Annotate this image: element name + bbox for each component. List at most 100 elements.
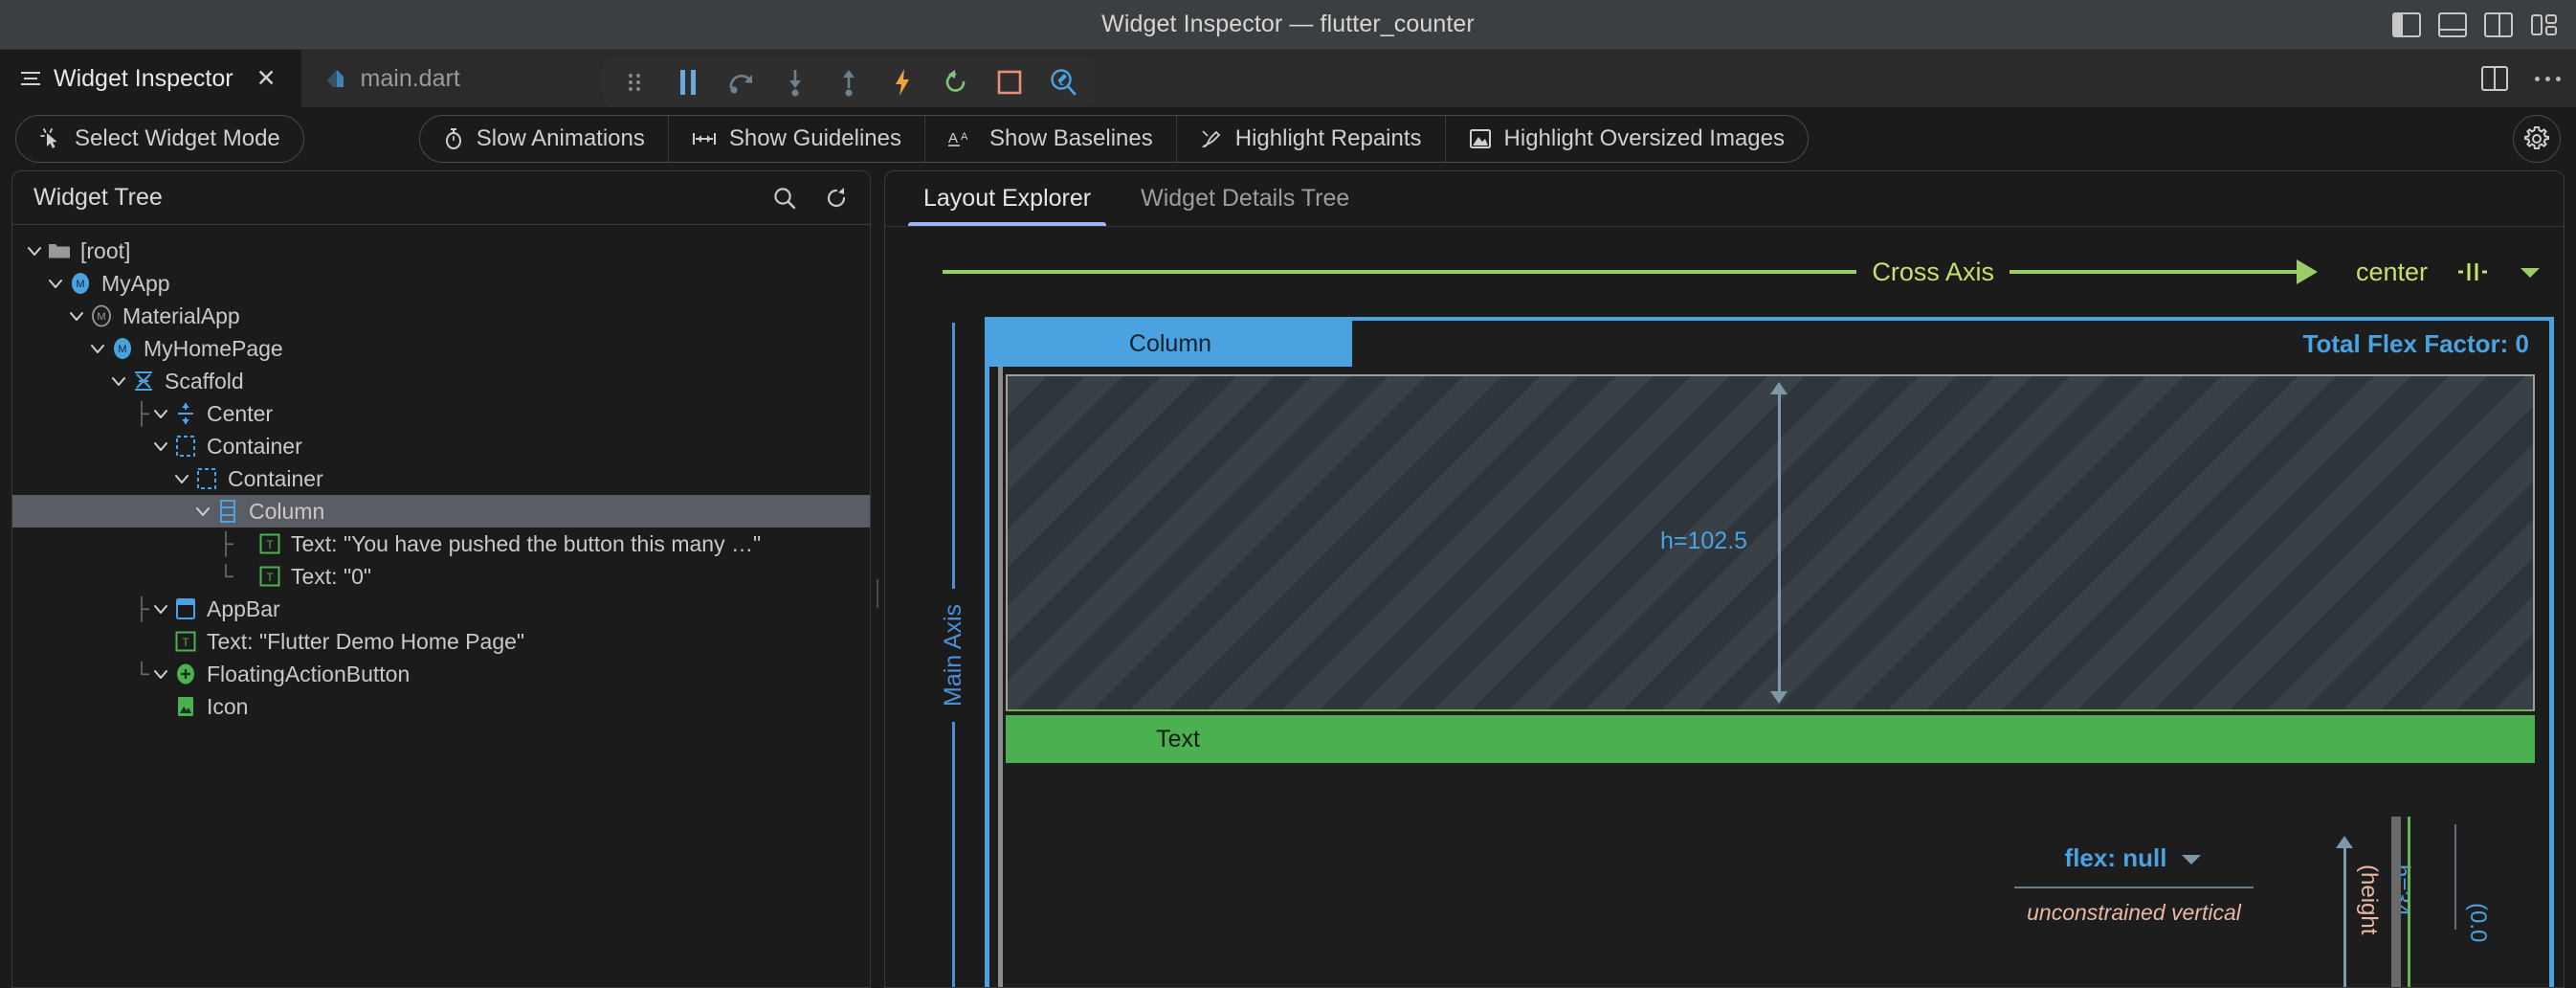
chevron-down-icon[interactable] <box>152 669 169 679</box>
tree-node-scaffold[interactable]: Scaffold <box>12 365 870 397</box>
tree-node-label: Scaffold <box>165 369 244 394</box>
tree-node-label: FloatingActionButton <box>207 662 410 687</box>
tree-node-materialapp[interactable]: MMaterialApp <box>12 300 870 332</box>
settings-button[interactable] <box>2513 115 2561 163</box>
show-baselines-toggle[interactable]: AA Show Baselines <box>924 116 1176 162</box>
tab-bar: Widget Inspector ✕ main.dart <box>0 50 2576 107</box>
more-dots-icon[interactable] <box>2535 77 2561 81</box>
window-panel-controls <box>2392 12 2559 37</box>
tree-node-text-flutter-demo-home-page[interactable]: TText: "Flutter Demo Home Page" <box>12 625 870 658</box>
folder-icon <box>47 238 72 263</box>
slow-animations-toggle[interactable]: Slow Animations <box>420 116 668 162</box>
panel-right-icon[interactable] <box>2484 12 2513 37</box>
highlight-repaints-toggle[interactable]: Highlight Repaints <box>1176 116 1445 162</box>
tree-node-center[interactable]: ├Center <box>12 397 870 430</box>
chevron-down-icon[interactable] <box>89 344 106 353</box>
image-icon <box>1469 128 1492 149</box>
flutter-search-icon[interactable] <box>1047 66 1079 99</box>
widget-tree-body[interactable]: [root]MMyAppMMaterialAppMMyHomePageScaff… <box>12 225 870 987</box>
chevron-down-icon[interactable] <box>110 376 127 386</box>
tree-guide-line: ├ <box>131 401 152 426</box>
widget-tree-panel: Widget Tree [root]MMyAppMMaterialAppMMyH… <box>11 170 871 988</box>
chevron-down-icon[interactable] <box>47 279 64 288</box>
chevron-down-icon[interactable] <box>173 474 190 483</box>
tree-node-label: [root] <box>80 238 130 264</box>
main-axis-label: Main Axis <box>940 589 967 722</box>
show-guidelines-label: Show Guidelines <box>729 125 901 152</box>
panel-left-icon[interactable] <box>2392 12 2421 37</box>
tab-widget-details-tree[interactable]: Widget Details Tree <box>1116 171 1374 226</box>
svg-text:M: M <box>118 344 126 355</box>
tree-node-container[interactable]: Container <box>12 430 870 462</box>
show-guidelines-toggle[interactable]: Show Guidelines <box>668 116 924 162</box>
cross-axis-label: Cross Axis <box>1856 258 2010 287</box>
chevron-down-icon[interactable] <box>152 441 169 451</box>
panel-grid-icon[interactable] <box>2530 12 2559 37</box>
tree-node-label: Column <box>249 499 324 525</box>
child-text-label: Text <box>1006 726 1350 753</box>
highlight-repaints-label: Highlight Repaints <box>1235 125 1422 152</box>
child-block-text[interactable]: Text <box>1006 715 2535 763</box>
restart-icon[interactable] <box>940 66 972 99</box>
thin-guide-line <box>2454 824 2456 930</box>
refresh-icon[interactable] <box>824 186 849 211</box>
chevron-down-icon[interactable] <box>26 246 43 256</box>
tree-node-label: AppBar <box>207 596 280 622</box>
tree-node-text-0[interactable]: └TText: "0" <box>12 560 870 593</box>
tree-node-myhomepage[interactable]: MMyHomePage <box>12 332 870 365</box>
stop-square-icon[interactable] <box>993 66 1026 99</box>
step-into-icon[interactable] <box>779 66 811 99</box>
appbar-icon <box>173 596 198 621</box>
panel-splitter[interactable] <box>871 170 884 988</box>
column-right-rail <box>2549 317 2554 987</box>
step-out-icon[interactable] <box>833 66 865 99</box>
select-widget-mode-button[interactable]: Select Widget Mode <box>15 115 304 163</box>
chevron-down-icon[interactable] <box>152 409 169 418</box>
height-note-label: (height <box>2355 864 2382 934</box>
tree-guide-line: ├ <box>215 531 236 556</box>
tree-node-label: MyApp <box>101 271 170 297</box>
panel-bottom-icon[interactable] <box>2438 12 2467 37</box>
chevron-down-icon[interactable] <box>194 506 211 516</box>
tab-widget-inspector[interactable]: Widget Inspector ✕ <box>0 50 301 107</box>
step-over-icon[interactable] <box>725 66 758 99</box>
m-ring-icon: M <box>89 303 114 328</box>
column-widget-region[interactable]: Column Total Flex Factor: 0 h=102.5 <box>985 317 2554 987</box>
slow-animations-label: Slow Animations <box>477 125 645 152</box>
tree-node-container[interactable]: Container <box>12 462 870 495</box>
inspector-action-bar: Select Widget Mode Slow Animations Show … <box>0 107 2576 170</box>
container-icon <box>194 466 219 491</box>
split-pane-icon[interactable] <box>2481 66 2508 91</box>
chevron-down-icon[interactable] <box>2518 264 2543 280</box>
cross-axis-alignment-control[interactable]: center <box>2323 258 2564 287</box>
flex-descriptor[interactable]: flex: null unconstrained vertical <box>1976 843 2292 926</box>
child-block-hatched[interactable]: h=102.5 <box>1006 374 2535 711</box>
tree-node-text-you-have-pushed-the-button-this-many[interactable]: ├TText: "You have pushed the button this… <box>12 528 870 560</box>
tab-main-dart[interactable]: main.dart <box>301 50 485 107</box>
pause-icon[interactable] <box>672 66 704 99</box>
chevron-down-icon[interactable] <box>68 311 85 321</box>
repaints-icon <box>1200 127 1223 150</box>
column-header: Column Total Flex Factor: 0 <box>988 321 2550 367</box>
stopwatch-icon <box>443 127 464 150</box>
highlight-oversized-images-toggle[interactable]: Highlight Oversized Images <box>1445 116 1808 162</box>
svg-text:T: T <box>182 636 189 649</box>
search-icon[interactable] <box>772 186 797 211</box>
tree-node-label: Text: "You have pushed the button this m… <box>291 531 761 557</box>
tab-layout-explorer[interactable]: Layout Explorer <box>899 171 1116 226</box>
chevron-down-icon[interactable] <box>152 604 169 614</box>
tree-node-myapp[interactable]: MMyApp <box>12 267 870 300</box>
tree-node-column[interactable]: Column <box>12 495 870 528</box>
chevron-down-icon[interactable] <box>2180 852 2203 865</box>
scaffold-icon <box>131 369 156 393</box>
tree-node-floatingactionbutton[interactable]: └FloatingActionButton <box>12 658 870 690</box>
close-icon[interactable]: ✕ <box>256 67 277 91</box>
drag-dots-icon[interactable] <box>618 66 651 99</box>
lightning-icon[interactable] <box>886 66 919 99</box>
tree-node-root[interactable]: [root] <box>12 235 870 267</box>
cross-axis-line-right <box>2010 270 2297 274</box>
tree-node-appbar[interactable]: ├AppBar <box>12 593 870 625</box>
tree-node-icon[interactable]: Icon <box>12 690 870 723</box>
child-scroll-track[interactable] <box>2391 817 2401 987</box>
tab-label: Widget Inspector <box>54 65 233 93</box>
